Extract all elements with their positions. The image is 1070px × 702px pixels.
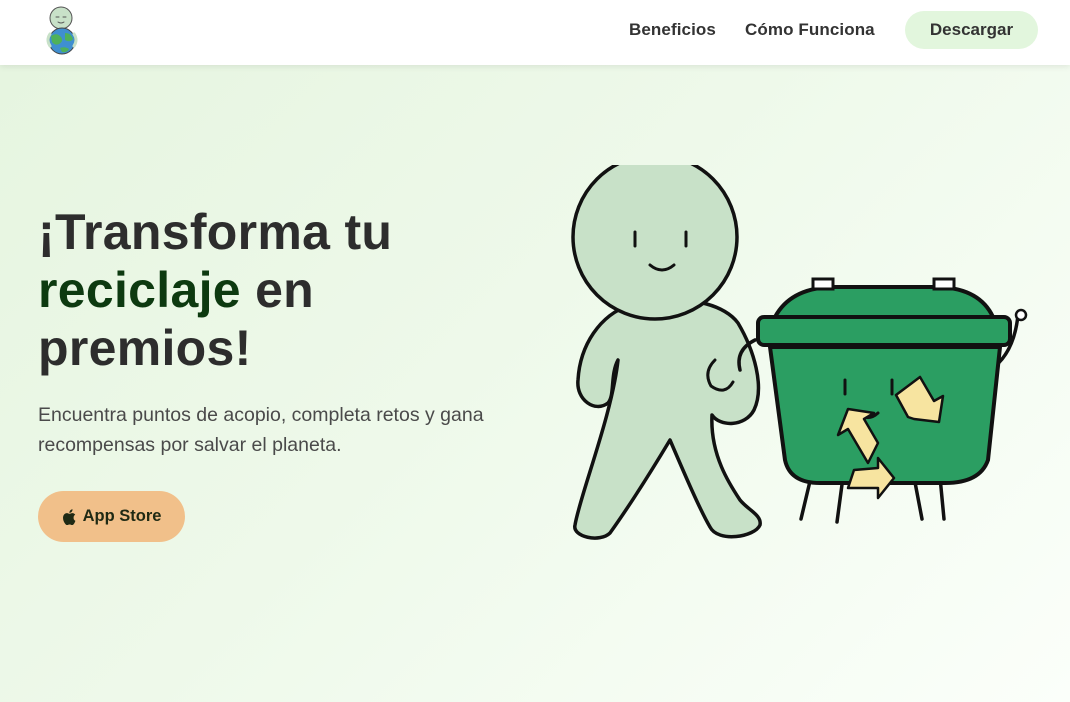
hero-subtitle: Encuentra puntos de acopio, completa ret… xyxy=(38,404,484,456)
green-mascot-icon xyxy=(571,165,762,540)
apple-icon xyxy=(62,508,75,525)
app-store-label: App Store xyxy=(82,507,162,525)
earth-mascot-logo-icon[interactable] xyxy=(44,4,82,56)
hero-title: ¡Transforma tu reciclaje en premios! xyxy=(38,203,498,377)
nav-link-beneficios[interactable]: Beneficios xyxy=(629,20,716,40)
download-button[interactable]: Descargar xyxy=(905,11,1038,49)
top-navbar: Beneficios Cómo Funciona Descargar xyxy=(0,0,1070,65)
hero-section: ¡Transforma tu reciclaje en premios! Enc… xyxy=(0,65,1070,702)
hero-illustration xyxy=(571,165,1028,540)
hero-title-accent: reciclaje xyxy=(38,262,241,318)
hero-title-part1: ¡Transforma tu xyxy=(38,204,393,260)
nav-link-como-funciona[interactable]: Cómo Funciona xyxy=(745,20,875,40)
app-store-button[interactable]: App Store xyxy=(38,491,185,542)
